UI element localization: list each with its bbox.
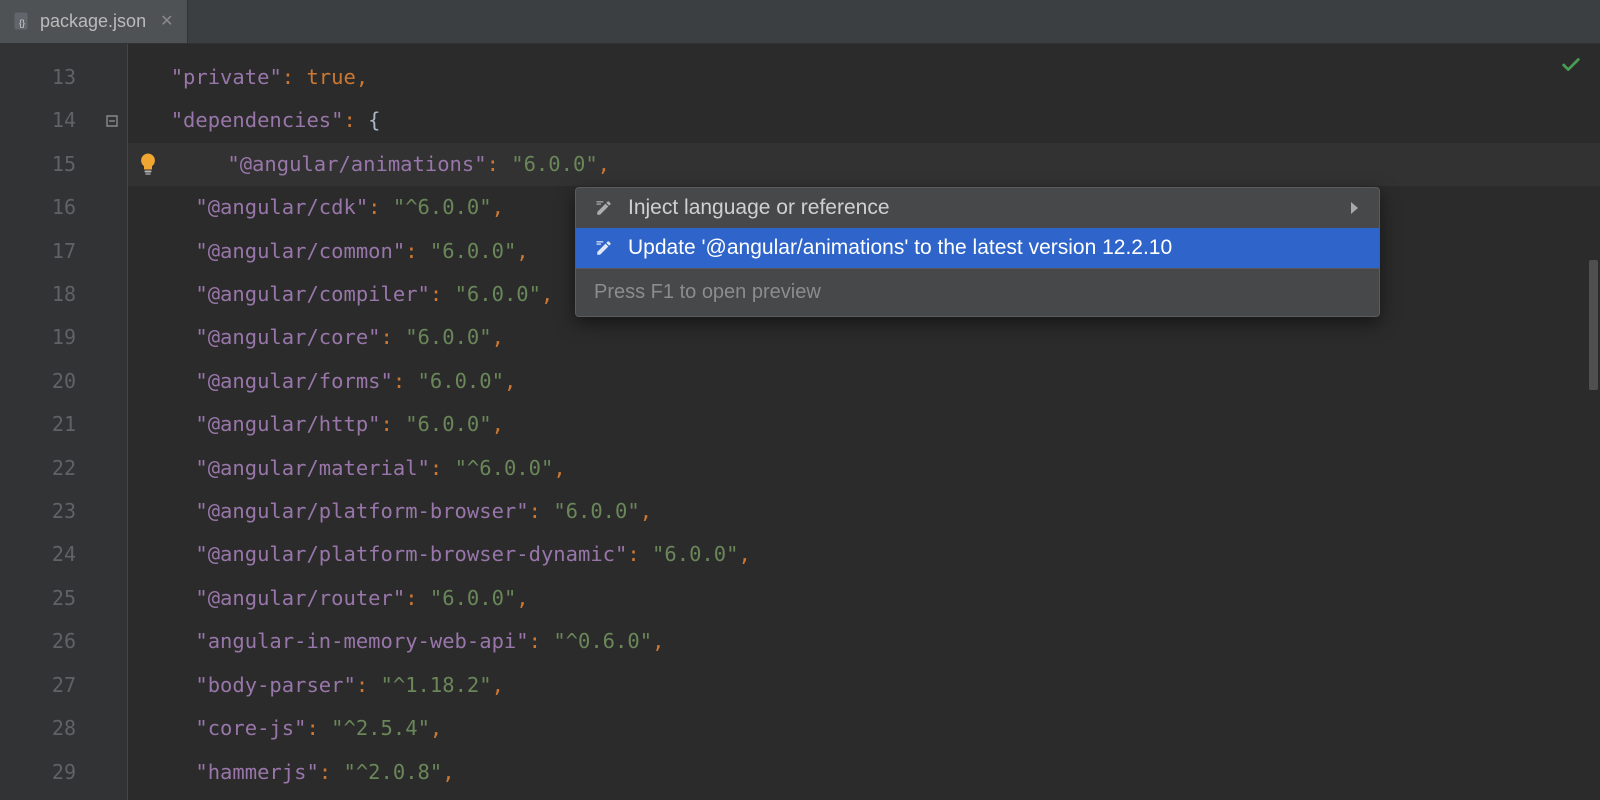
line-number: 28: [0, 707, 76, 750]
code-line[interactable]: "@angular/platform-browser": "6.0.0",: [128, 490, 1600, 533]
line-number: 13: [0, 56, 76, 99]
code-line[interactable]: "@angular/animations": "6.0.0",: [128, 143, 1600, 186]
line-number: 24: [0, 533, 76, 576]
intention-bulb-icon[interactable]: [138, 152, 158, 176]
intention-edit-icon: [594, 198, 614, 218]
intention-item-update-dependency[interactable]: Update '@angular/animations' to the late…: [576, 228, 1379, 268]
line-number: 26: [0, 620, 76, 663]
fold-gutter: [100, 44, 128, 800]
line-number: 21: [0, 403, 76, 446]
line-number: 27: [0, 664, 76, 707]
code-line[interactable]: "dependencies": {: [128, 99, 1600, 142]
file-tab-label: package.json: [40, 11, 146, 32]
chevron-right-icon: [1349, 201, 1361, 215]
code-line[interactable]: "angular-in-memory-web-api": "^0.6.0",: [128, 620, 1600, 663]
fold-toggle-icon[interactable]: [104, 113, 120, 129]
code-line[interactable]: "private": true,: [128, 56, 1600, 99]
intention-edit-icon: [594, 238, 614, 258]
line-number: 20: [0, 360, 76, 403]
code-area[interactable]: "private": true, "dependencies": { "@ang…: [128, 44, 1600, 800]
line-number: 17: [0, 230, 76, 273]
code-line[interactable]: "body-parser": "^1.18.2",: [128, 664, 1600, 707]
line-number: 16: [0, 186, 76, 229]
scrollbar-thumb[interactable]: [1589, 260, 1598, 390]
intention-item-label: Update '@angular/animations' to the late…: [628, 236, 1172, 260]
line-number: 29: [0, 751, 76, 794]
line-number: 14: [0, 99, 76, 142]
line-number: 18: [0, 273, 76, 316]
intention-item-inject-language[interactable]: Inject language or reference: [576, 188, 1379, 228]
svg-text:{}: {}: [19, 18, 25, 28]
file-tab-package-json[interactable]: {} package.json ✕: [0, 0, 188, 43]
intention-item-label: Inject language or reference: [628, 196, 890, 220]
code-line[interactable]: "@angular/material": "^6.0.0",: [128, 447, 1600, 490]
line-number: 15: [0, 143, 76, 186]
line-number: 19: [0, 316, 76, 359]
close-tab-icon[interactable]: ✕: [160, 14, 173, 30]
code-line[interactable]: "hammerjs": "^2.0.8",: [128, 751, 1600, 794]
intention-popup: Inject language or reference Update '@an…: [575, 187, 1380, 317]
json-file-icon: {}: [12, 12, 32, 32]
code-line[interactable]: "@angular/platform-browser-dynamic": "6.…: [128, 533, 1600, 576]
code-line[interactable]: "@angular/router": "6.0.0",: [128, 577, 1600, 620]
code-line[interactable]: "core-js": "^2.5.4",: [128, 707, 1600, 750]
line-number-gutter: 1314151617181920212223242526272829: [0, 44, 100, 800]
intention-popup-hint: Press F1 to open preview: [576, 268, 1379, 316]
line-number: 25: [0, 577, 76, 620]
code-line[interactable]: "@angular/core": "6.0.0",: [128, 316, 1600, 359]
tab-bar: {} package.json ✕: [0, 0, 1600, 44]
code-line[interactable]: "@angular/http": "6.0.0",: [128, 403, 1600, 446]
code-line[interactable]: "@angular/forms": "6.0.0",: [128, 360, 1600, 403]
editor[interactable]: 1314151617181920212223242526272829 "priv…: [0, 44, 1600, 800]
line-number: 22: [0, 447, 76, 490]
line-number: 23: [0, 490, 76, 533]
